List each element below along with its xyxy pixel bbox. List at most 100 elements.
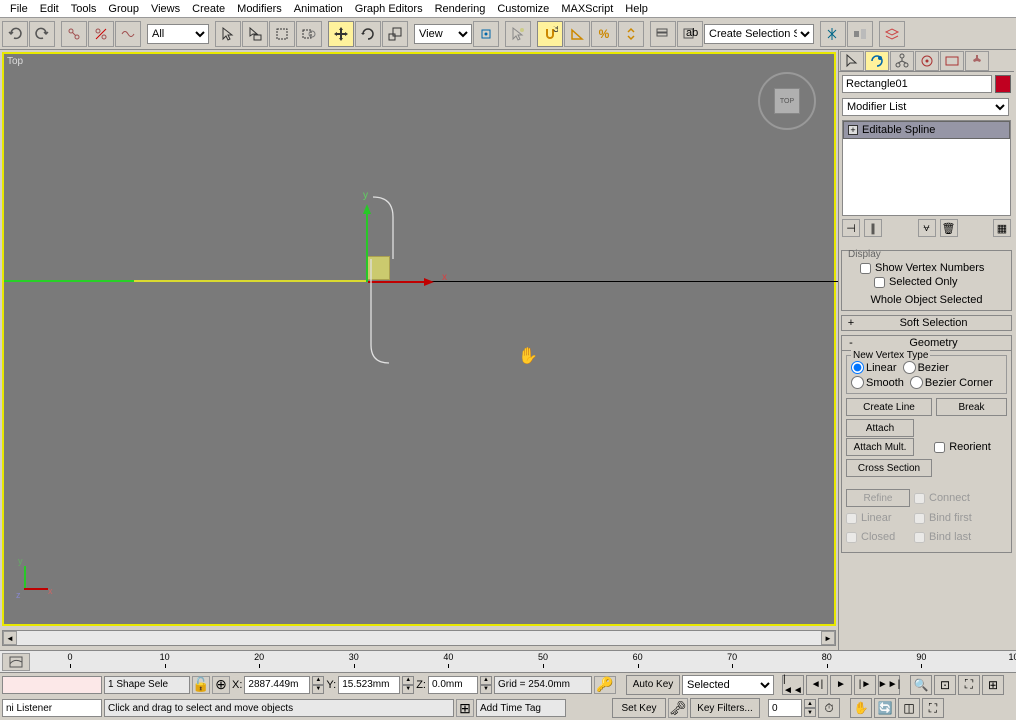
select-and-move-button[interactable] [328, 21, 354, 47]
goto-end-button[interactable]: ►►| [878, 675, 900, 695]
menu-grapheditors[interactable]: Graph Editors [349, 1, 429, 17]
object-name-input[interactable] [842, 75, 992, 93]
rollout-geometry[interactable]: -Geometry [841, 335, 1012, 351]
select-and-scale-button[interactable] [382, 21, 408, 47]
remove-modifier-button[interactable]: 🗑 [940, 219, 958, 237]
tab-display[interactable] [940, 51, 964, 71]
y-spinner[interactable]: ▲▼ [402, 676, 414, 694]
attach-mult-button[interactable]: Attach Mult. [846, 438, 914, 456]
mirror-button[interactable] [820, 21, 846, 47]
vertex-bezier-radio[interactable] [903, 361, 916, 374]
unlink-button[interactable] [88, 21, 114, 47]
select-region-button[interactable] [269, 21, 295, 47]
menu-create[interactable]: Create [186, 1, 231, 17]
edit-named-sel-button[interactable]: abc [677, 21, 703, 47]
viewcube[interactable]: TOP [758, 72, 816, 130]
configure-sets-button[interactable]: ▦ [993, 219, 1011, 237]
bind-spacewarp-button[interactable] [115, 21, 141, 47]
menu-modifiers[interactable]: Modifiers [231, 1, 288, 17]
window-crossing-button[interactable] [296, 21, 322, 47]
arc-rotate-button[interactable]: 🔄 [874, 698, 896, 718]
z-input[interactable] [428, 676, 478, 694]
key-filters-button[interactable]: Key Filters... [690, 698, 760, 718]
percent-snap-button[interactable]: % [591, 21, 617, 47]
menu-file[interactable]: File [4, 1, 34, 17]
macro-recorder-field[interactable] [2, 676, 102, 694]
viewport[interactable]: Top x y y x z ✋ [2, 52, 836, 626]
select-and-rotate-button[interactable] [355, 21, 381, 47]
autokey-button[interactable]: Auto Key [626, 675, 680, 695]
abs-transform-button[interactable]: ⊕ [212, 676, 230, 694]
time-config-button[interactable]: ⏱ [818, 698, 840, 718]
prev-frame-button[interactable]: ◄| [806, 675, 828, 695]
make-unique-button[interactable]: ⩝ [918, 219, 936, 237]
x-input[interactable] [244, 676, 310, 694]
hscroll-left[interactable]: ◄ [3, 631, 17, 645]
comm-center-button[interactable]: ⊞ [456, 699, 474, 717]
object-color-swatch[interactable] [995, 75, 1011, 93]
zoom-extents-all-button[interactable]: ⊞ [982, 675, 1004, 695]
fov-button[interactable]: ◫ [898, 698, 920, 718]
cross-section-button[interactable]: Cross Section [846, 459, 932, 477]
zoom-all-button[interactable]: ⊡ [934, 675, 956, 695]
play-button[interactable]: ► [830, 675, 852, 695]
expand-icon[interactable]: + [848, 125, 858, 135]
next-frame-button[interactable]: |► [854, 675, 876, 695]
menu-group[interactable]: Group [102, 1, 145, 17]
reorient-checkbox[interactable] [934, 442, 945, 453]
y-input[interactable] [338, 676, 400, 694]
show-vertex-numbers-checkbox[interactable] [860, 263, 871, 274]
vertex-bezcorner-radio[interactable] [910, 376, 923, 389]
create-line-button[interactable]: Create Line [846, 398, 932, 416]
zoom-button[interactable]: 🔍 [910, 675, 932, 695]
use-pivot-center-button[interactable] [473, 21, 499, 47]
modstack-item-editable-spline[interactable]: + Editable Spline [843, 121, 1010, 139]
snap-toggle-button[interactable]: 3 [537, 21, 563, 47]
spinner-snap-button[interactable] [618, 21, 644, 47]
menu-customize[interactable]: Customize [491, 1, 555, 17]
selected-only-checkbox[interactable] [874, 277, 885, 288]
attach-button[interactable]: Attach [846, 419, 914, 437]
link-button[interactable] [61, 21, 87, 47]
selection-filter-combo[interactable]: All [147, 24, 209, 44]
vertex-smooth-radio[interactable] [851, 376, 864, 389]
max-toggle-button[interactable]: ⛶ [922, 698, 944, 718]
trackbar-ruler[interactable]: 0 10 20 30 40 50 60 70 80 90 100 [70, 652, 1016, 672]
zoom-extents-button[interactable]: ⛶ [958, 675, 980, 695]
select-manipulate-button[interactable] [505, 21, 531, 47]
lock-selection-button[interactable]: 🔓 [192, 676, 210, 694]
modifier-list-combo[interactable]: Modifier List [842, 98, 1009, 116]
tab-hierarchy[interactable] [890, 51, 914, 71]
refine-button[interactable]: Refine [846, 489, 910, 507]
menu-tools[interactable]: Tools [65, 1, 103, 17]
z-spinner[interactable]: ▲▼ [480, 676, 492, 694]
menu-views[interactable]: Views [145, 1, 186, 17]
select-by-name-button[interactable] [242, 21, 268, 47]
tab-motion[interactable] [915, 51, 939, 71]
viewport-hscroll[interactable]: ◄ ► [2, 630, 836, 646]
menu-animation[interactable]: Animation [288, 1, 349, 17]
select-object-button[interactable] [215, 21, 241, 47]
pan-view-button[interactable]: ✋ [850, 698, 872, 718]
frame-spinner[interactable]: ▲▼ [804, 699, 816, 717]
key-button[interactable]: 🗝 [668, 698, 688, 718]
keymode-combo[interactable]: Selected [682, 675, 774, 695]
current-frame-input[interactable] [768, 699, 802, 717]
hscroll-right[interactable]: ► [821, 631, 835, 645]
spline-object[interactable] [359, 197, 397, 365]
add-time-tag[interactable]: Add Time Tag [476, 699, 566, 717]
redo-button[interactable] [29, 21, 55, 47]
track-bar[interactable]: 0 10 20 30 40 50 60 70 80 90 100 [0, 650, 1016, 672]
show-end-result-button[interactable]: ∥ [864, 219, 882, 237]
menu-maxscript[interactable]: MAXScript [555, 1, 619, 17]
tab-modify[interactable] [865, 51, 889, 71]
setkey-button[interactable]: Set Key [612, 698, 666, 718]
align-button[interactable] [847, 21, 873, 47]
create-selection-set-combo[interactable]: Create Selection Set [704, 24, 814, 44]
menu-edit[interactable]: Edit [34, 1, 65, 17]
angle-snap-button[interactable] [564, 21, 590, 47]
tab-create[interactable] [840, 51, 864, 71]
vertex-linear-radio[interactable] [851, 361, 864, 374]
undo-button[interactable] [2, 21, 28, 47]
goto-start-button[interactable]: |◄◄ [782, 675, 804, 695]
